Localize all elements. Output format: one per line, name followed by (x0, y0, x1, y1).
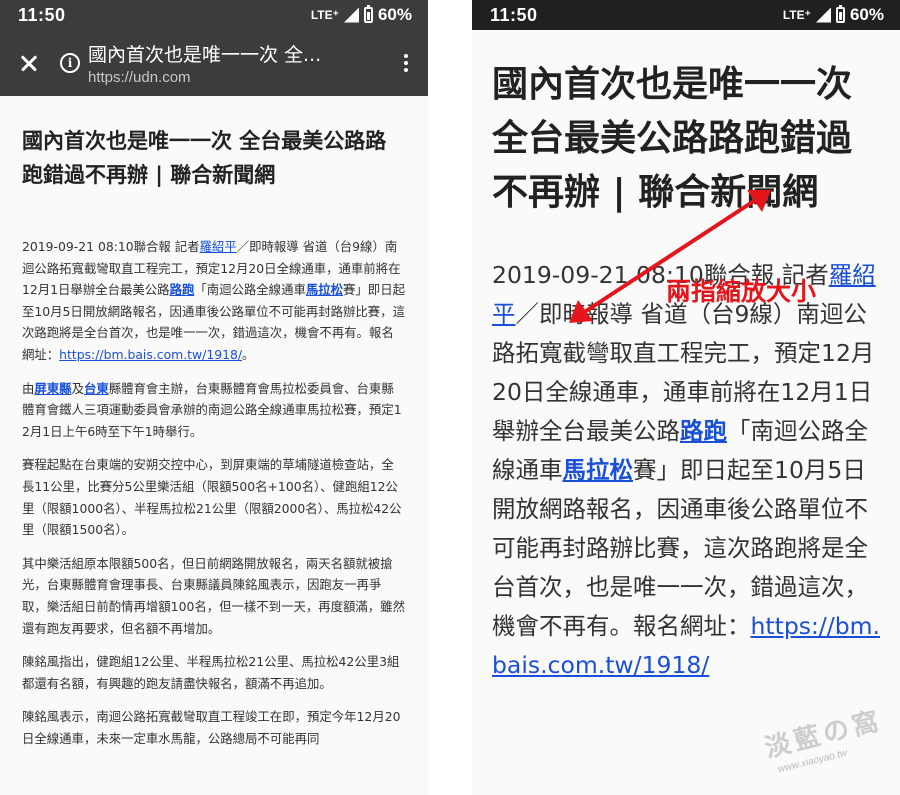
page-title: 國內首次也是唯一一次 全... (88, 44, 322, 66)
article-paragraph: 賽程起點在台東端的安朔交控中心，到屏東端的草埔隧道檢查站，全長11公里，比賽分5… (22, 457, 402, 538)
toolbar-title-block[interactable]: 國內首次也是唯一一次 全... https://udn.com (88, 40, 396, 86)
status-bar: 11:50 LTE⁺ 60% (0, 0, 428, 30)
marathon-link[interactable]: 馬拉松 (563, 456, 634, 484)
battery-percent: 60% (377, 5, 412, 24)
battery-icon (835, 5, 845, 23)
close-icon[interactable] (14, 48, 44, 78)
article-paragraph: 2019-09-21 08:10聯合報 記者羅紹平／即時報導 省道（台9線）南迴… (492, 256, 880, 685)
article-paragraph: 其中樂活組原本限額500名，但日前網路開放報名，兩天名額就被搶光，台東縣體育會理… (22, 555, 405, 636)
signal-icon (343, 7, 359, 23)
status-time: 11:50 (18, 4, 66, 25)
panel-divider (428, 0, 472, 795)
left-phone-screen: 11:50 LTE⁺ 60% i 國內首次也是唯一一次 全... https:/… (0, 0, 428, 795)
run-link[interactable]: 路跑 (680, 417, 727, 445)
article-paragraph: 陳銘風表示，南迴公路拓寬截彎取直工程竣工在即，預定今年12月20日全線通車，未來… (22, 709, 401, 746)
network-label: LTE⁺ (782, 8, 811, 22)
battery-icon (363, 5, 373, 23)
reporter-link[interactable]: 羅紹平 (200, 239, 237, 254)
article-paragraph: 陳銘風指出，健跑組12公里、半程馬拉松21公里、馬拉松42公里3組都還有名額，有… (22, 654, 400, 691)
status-indicators: LTE⁺ 60% (311, 5, 412, 25)
paragraph-text: 由 (22, 380, 35, 396)
paragraph-text: 及 (71, 380, 84, 396)
article-headline: 國內首次也是唯一一次 全台最美公路路跑錯過不再辦 | 聯合新聞網 (22, 129, 387, 187)
byline-text: 2019-09-21 08:10聯合報 記者 (22, 239, 200, 254)
article-paragraph: 2019-09-21 08:10聯合報 記者羅紹平／即時報導 省道（台9線）南迴… (22, 236, 406, 366)
registration-url-link[interactable]: https://bm.bais.com.tw/1918/ (59, 347, 242, 362)
pinch-zoom-label: 兩指縮放大小 (666, 277, 817, 306)
page-url: https://udn.com (88, 69, 191, 86)
right-phone-screen-zoomed: 11:50 LTE⁺ 60% 國內首次也是唯一一次 全台最美公路路跑錯過不再辦 … (472, 0, 900, 795)
paragraph-text: 「南迴公路全線通車 (194, 282, 306, 298)
pingtung-link[interactable]: 屏東縣 (34, 381, 71, 396)
article-body: 國內首次也是唯一一次 全台最美公路路跑錯過不再辦 | 聯合新聞網 2019-09… (0, 96, 428, 761)
article-paragraph: 由屏東縣及台東縣體育會主辦，台東縣體育會馬拉松委員會、台東縣體育會鐵人三項運動委… (22, 378, 406, 443)
site-watermark: 淡藍の窩 www.xiaoyao.tw (755, 706, 895, 788)
article-body-zoomed: 國內首次也是唯一一次 全台最美公路路跑錯過不再辦 | 聯合新聞網 2019-09… (472, 30, 900, 685)
status-indicators: LTE⁺ 60% (783, 5, 884, 25)
more-options-icon[interactable] (396, 48, 416, 78)
taitung-link[interactable]: 台東 (84, 381, 109, 396)
article-headline: 國內首次也是唯一一次 全台最美公路路跑錯過不再辦 | 聯合新聞網 (492, 64, 853, 213)
marathon-link[interactable]: 馬拉松 (306, 282, 343, 297)
status-time: 11:50 (490, 4, 538, 25)
paragraph-text: 。 (242, 346, 255, 362)
info-icon[interactable]: i (60, 53, 80, 73)
run-link[interactable]: 路跑 (170, 282, 195, 297)
network-label: LTE⁺ (310, 8, 339, 22)
battery-percent: 60% (849, 5, 884, 24)
signal-icon (815, 7, 831, 23)
status-bar: 11:50 LTE⁺ 60% (472, 0, 900, 30)
browser-toolbar: i 國內首次也是唯一一次 全... https://udn.com (0, 30, 428, 96)
